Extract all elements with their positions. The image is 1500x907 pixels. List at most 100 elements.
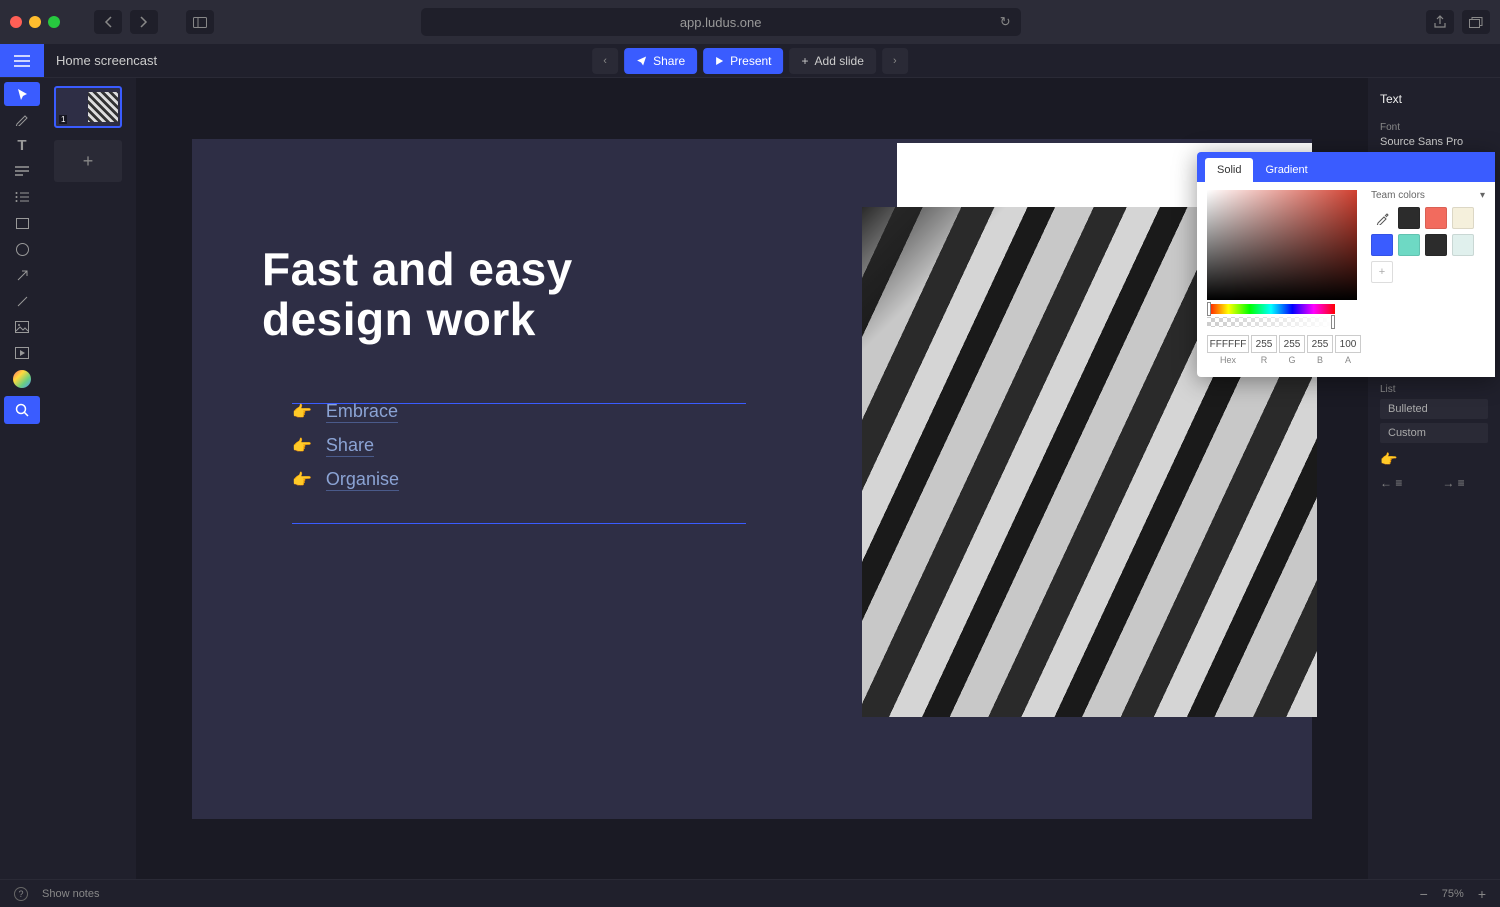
browser-sidebar-button[interactable] (186, 10, 214, 34)
window-controls (10, 16, 60, 28)
slide-heading[interactable]: Fast and easy design work (262, 244, 573, 345)
url-text: app.ludus.one (680, 15, 762, 30)
list-item[interactable]: 👉 Organise (292, 469, 399, 491)
b-label: B (1317, 355, 1323, 365)
share-label: Share (653, 54, 685, 68)
color-swatch[interactable] (1425, 207, 1447, 229)
slide-number: 1 (59, 115, 67, 124)
prev-slide-button[interactable]: ‹ (592, 48, 618, 74)
url-bar[interactable]: app.ludus.one ↻ (421, 8, 1021, 36)
search-tool[interactable] (4, 396, 40, 424)
alpha-slider[interactable] (1207, 317, 1335, 327)
hex-input[interactable] (1207, 335, 1249, 353)
tab-gradient[interactable]: Gradient (1253, 158, 1319, 182)
color-swatch[interactable] (1452, 234, 1474, 256)
minimize-window[interactable] (29, 16, 41, 28)
list-item[interactable]: 👉 Share (292, 435, 399, 457)
heading-tool[interactable] (0, 158, 44, 184)
a-input[interactable] (1335, 335, 1361, 353)
select-tool[interactable] (4, 82, 40, 106)
a-label: A (1345, 355, 1351, 365)
custom-bullet-preview[interactable]: 👉 (1380, 451, 1488, 468)
show-notes-button[interactable]: Show notes (42, 888, 99, 900)
color-swatch[interactable] (1452, 207, 1474, 229)
bullet-icon: 👉 (292, 470, 312, 490)
eyedropper-button[interactable] (1371, 207, 1393, 229)
left-toolbar: T (0, 78, 44, 879)
slide-panel: 1 + (44, 78, 136, 879)
zoom-in-button[interactable]: + (1478, 886, 1486, 902)
creative-cloud-icon (13, 370, 31, 388)
hex-label: Hex (1220, 355, 1236, 365)
color-swatch[interactable] (1371, 234, 1393, 256)
hue-slider[interactable] (1207, 304, 1335, 314)
browser-tabs-button[interactable] (1462, 10, 1490, 34)
refresh-icon[interactable]: ↻ (1000, 14, 1011, 30)
font-label: Font (1380, 122, 1488, 133)
maximize-window[interactable] (48, 16, 60, 28)
add-swatch-button[interactable]: + (1371, 261, 1393, 283)
pen-tool[interactable] (0, 106, 44, 132)
browser-chrome: app.ludus.one ↻ (0, 0, 1500, 44)
r-input[interactable] (1251, 335, 1277, 353)
text-tool[interactable]: T (0, 132, 44, 158)
saturation-value-picker[interactable] (1207, 190, 1357, 300)
ellipse-tool[interactable] (0, 236, 44, 262)
color-swatches: + (1371, 207, 1485, 283)
tab-solid[interactable]: Solid (1205, 158, 1253, 182)
canvas[interactable]: Fast and easy design work 👉 Embrace 👉 Sh… (136, 78, 1368, 879)
next-slide-button[interactable]: › (882, 48, 908, 74)
bullet-icon: 👉 (292, 436, 312, 456)
list-text: Share (326, 435, 374, 457)
hamburger-icon (14, 55, 30, 67)
video-tool[interactable] (0, 340, 44, 366)
font-value[interactable]: Source Sans Pro (1380, 136, 1488, 148)
color-swatch[interactable] (1398, 207, 1420, 229)
document-title[interactable]: Home screencast (56, 53, 157, 68)
browser-back-button[interactable] (94, 10, 122, 34)
color-swatch[interactable] (1425, 234, 1447, 256)
slide-bullet-list[interactable]: 👉 Embrace 👉 Share 👉 Organise (292, 401, 399, 503)
b-input[interactable] (1307, 335, 1333, 353)
list-tool[interactable] (0, 184, 44, 210)
browser-share-button[interactable] (1426, 10, 1454, 34)
share-button[interactable]: Share (624, 48, 697, 74)
list-style-bulleted[interactable]: Bulleted (1380, 399, 1488, 419)
app-bar: Home screencast ‹ Share Present + Add sl… (0, 44, 1500, 78)
outdent-button[interactable]: ← ≡ (1380, 476, 1402, 490)
chevron-down-icon: ▾ (1480, 190, 1485, 201)
list-label: List (1380, 384, 1488, 395)
color-picker: Solid Gradient Hex R G (1197, 152, 1495, 377)
help-icon[interactable]: ? (14, 887, 28, 901)
footer: ? Show notes − 75% + (0, 879, 1500, 907)
indent-button[interactable]: → ≡ (1442, 476, 1464, 490)
arrow-tool[interactable] (0, 262, 44, 288)
selection-indicator (292, 523, 746, 524)
rectangle-tool[interactable] (0, 210, 44, 236)
slide-content[interactable]: Fast and easy design work 👉 Embrace 👉 Sh… (192, 139, 1312, 819)
play-icon (715, 56, 724, 66)
add-slide-button[interactable]: + Add slide (790, 48, 876, 74)
list-style-custom[interactable]: Custom (1380, 423, 1488, 443)
browser-forward-button[interactable] (130, 10, 158, 34)
zoom-level[interactable]: 75% (1442, 888, 1464, 900)
g-label: G (1288, 355, 1295, 365)
bullet-icon: 👉 (292, 402, 312, 422)
zoom-out-button[interactable]: − (1420, 886, 1428, 902)
close-window[interactable] (10, 16, 22, 28)
color-swatch[interactable] (1398, 234, 1420, 256)
main-menu-button[interactable] (0, 44, 44, 77)
list-item[interactable]: 👉 Embrace (292, 401, 399, 423)
present-button[interactable]: Present (703, 48, 783, 74)
list-text: Organise (326, 469, 399, 491)
integrations-tool[interactable] (0, 366, 44, 392)
list-text: Embrace (326, 401, 398, 423)
team-colors-dropdown[interactable]: Team colors ▾ (1371, 190, 1485, 201)
share-icon (636, 55, 647, 66)
image-tool[interactable] (0, 314, 44, 340)
inspector-section-text: Text (1380, 88, 1488, 114)
slide-thumbnail-1[interactable]: 1 (54, 86, 122, 128)
line-tool[interactable] (0, 288, 44, 314)
g-input[interactable] (1279, 335, 1305, 353)
add-slide-thumbnail-button[interactable]: + (54, 140, 122, 182)
